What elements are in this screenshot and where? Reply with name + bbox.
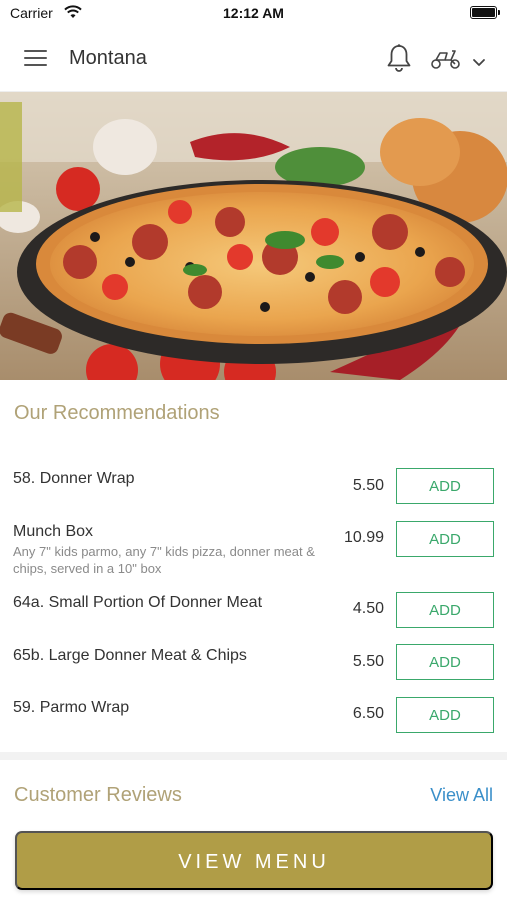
view-all-link[interactable]: View All: [430, 785, 493, 806]
recommendations-title: Our Recommendations: [14, 402, 220, 424]
item-price: 5.50: [352, 653, 384, 670]
item-price: 4.50: [352, 600, 384, 617]
add-button[interactable]: ADD: [396, 521, 494, 557]
add-button[interactable]: ADD: [396, 697, 494, 733]
header-bar: Montana: [0, 26, 507, 92]
item-price: 10.99: [343, 529, 384, 546]
add-button[interactable]: ADD: [396, 592, 494, 628]
add-button[interactable]: ADD: [396, 468, 494, 504]
item-name: 58. Donner Wrap: [13, 470, 135, 487]
view-menu-button[interactable]: VIEW MENU: [15, 831, 493, 890]
add-button[interactable]: ADD: [396, 644, 494, 680]
item-description: Any 7" kids parmo, any 7" kids pizza, do…: [13, 544, 315, 576]
bell-icon[interactable]: [385, 43, 413, 78]
battery-icon: [470, 6, 500, 19]
hero-image: [0, 92, 507, 380]
item-price: 5.50: [352, 477, 384, 494]
page-title: Montana: [69, 47, 147, 69]
chevron-down-icon[interactable]: [472, 55, 486, 73]
item-name: 64a. Small Portion Of Donner Meat: [13, 594, 263, 611]
reviews-title: Customer Reviews: [14, 784, 182, 806]
item-name: Munch Box: [13, 523, 94, 540]
status-time: 12:12 AM: [223, 5, 284, 21]
scooter-icon[interactable]: [430, 48, 462, 75]
section-divider: [0, 752, 507, 760]
menu-icon[interactable]: [24, 50, 48, 68]
status-bar: Carrier 12:12 AM: [0, 0, 507, 26]
item-name: 65b. Large Donner Meat & Chips: [13, 647, 247, 664]
item-price: 6.50: [352, 705, 384, 722]
item-name: 59. Parmo Wrap: [13, 699, 130, 716]
